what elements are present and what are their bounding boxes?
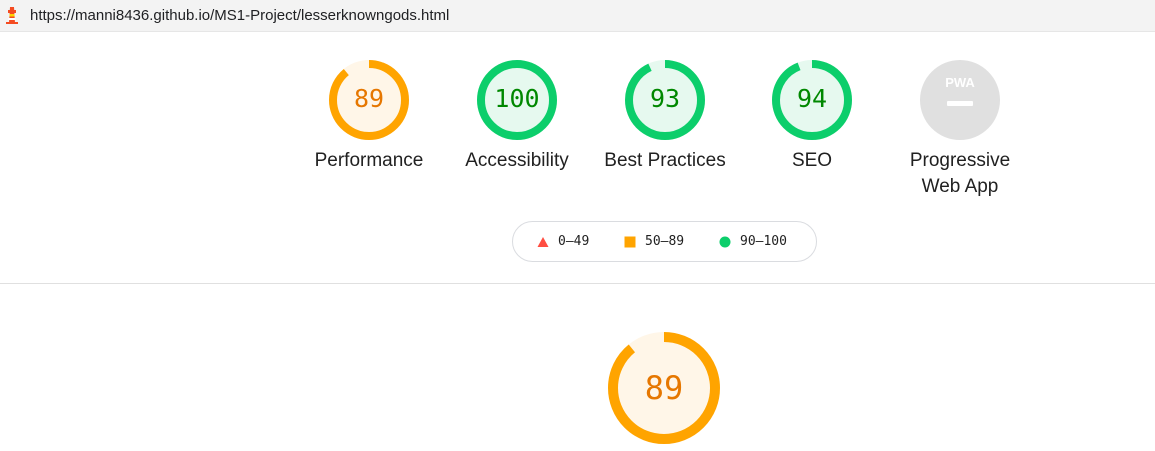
- gauge-pwa-label-line1: Progressive: [909, 150, 1011, 171]
- section-divider: [0, 283, 1155, 284]
- gauge-seo-score: 94: [796, 84, 828, 113]
- legend-fail-range: 0–49: [558, 234, 590, 249]
- legend-pass-range: 90–100: [740, 234, 787, 249]
- main-gauge-score: 89: [644, 369, 684, 407]
- legend-average-range: 50–89: [645, 234, 685, 249]
- gauge-pwa[interactable]: PWA Progressive Web App: [880, 58, 1040, 208]
- legend-item-fail: 0–49: [537, 234, 589, 249]
- gauge-accessibility[interactable]: 100 Accessibility: [452, 58, 582, 178]
- lighthouse-icon: [6, 7, 18, 24]
- circle-icon: [719, 236, 731, 247]
- pwa-badge-text: PWA: [945, 75, 975, 90]
- score-scale-legend: 0–49 50–89 90–100: [512, 221, 817, 262]
- gauge-performance[interactable]: 89 Performance: [304, 58, 434, 178]
- legend-item-average: 50–89: [624, 234, 684, 249]
- gauge-seo-label: SEO: [791, 150, 833, 171]
- gauge-best-practices-score: 93: [649, 84, 681, 113]
- gauge-seo[interactable]: 94 SEO: [747, 58, 877, 178]
- address-bar: https://manni8436.github.io/MS1-Project/…: [0, 0, 1155, 32]
- main-performance-gauge[interactable]: 89: [600, 325, 728, 451]
- gauge-best-practices[interactable]: 93 Best Practices: [590, 58, 740, 178]
- pwa-badge-icon: PWA: [920, 60, 1000, 140]
- gauge-best-practices-label: Best Practices: [604, 150, 726, 171]
- gauge-performance-score: 89: [353, 84, 385, 113]
- gauge-pwa-label-line2: Web App: [921, 176, 999, 197]
- square-icon: [624, 236, 636, 247]
- gauge-accessibility-score: 100: [494, 84, 540, 113]
- legend-item-pass: 90–100: [719, 234, 787, 249]
- url-text[interactable]: https://manni8436.github.io/MS1-Project/…: [30, 7, 449, 24]
- gauge-performance-label: Performance: [314, 150, 424, 171]
- gauge-accessibility-label: Accessibility: [465, 150, 569, 171]
- triangle-icon: [537, 236, 549, 247]
